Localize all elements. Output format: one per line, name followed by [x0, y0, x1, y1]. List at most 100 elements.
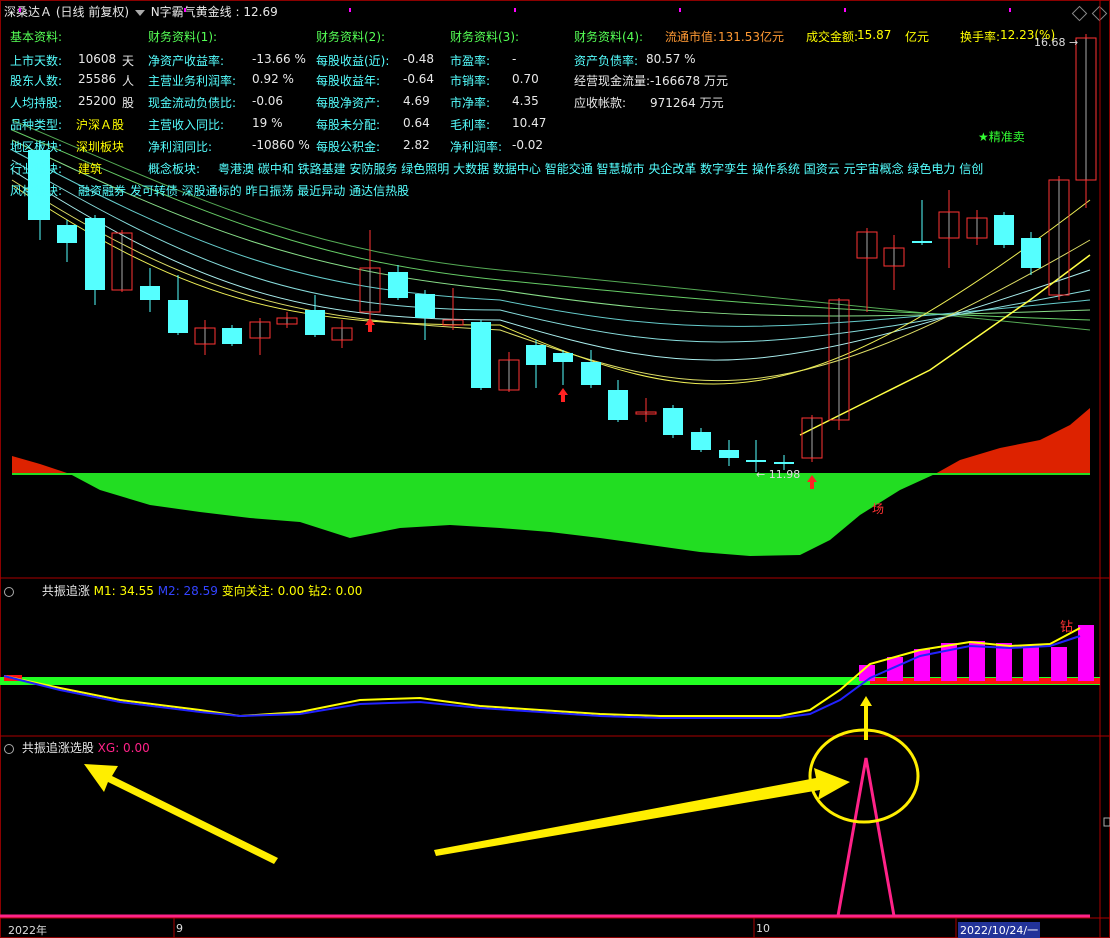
info-label: 每股收益年:: [316, 74, 381, 88]
candle-body-down: [526, 345, 546, 365]
info-label: 现金流动负债比:: [148, 96, 237, 110]
info-label: 经营现金流量:: [574, 74, 651, 88]
pane3-header: 共振追涨选股 XG: 0.00: [4, 739, 150, 756]
info-value: -0.06: [252, 94, 284, 108]
info-value: -0.64: [403, 72, 435, 86]
info-value: 80.57 %: [646, 52, 696, 66]
candle-body-down: [1021, 238, 1041, 268]
candle-body-down: [415, 294, 435, 318]
industry-value: 建筑: [78, 162, 103, 176]
pane3-toggle-icon[interactable]: [4, 743, 14, 754]
axis-label-year: 2022年: [8, 924, 47, 937]
info-label: 每股净资产:: [316, 96, 381, 110]
candle-body-down: [388, 272, 408, 298]
concept-value: 粤港澳 碳中和 铁路基建 安防服务 绿色照明 大数据 数据中心 智能交通 智慧城…: [218, 162, 984, 176]
info-label: 市销率:: [450, 74, 491, 88]
axis-cursor-date: 2022/10/24/一: [958, 922, 1041, 938]
pointer-arrow-icon: [84, 764, 278, 864]
industry-label: 行业板块:: [10, 162, 63, 176]
info-label: 毛利率:: [450, 118, 491, 132]
m2-value: M2: 28.59: [157, 584, 218, 598]
info-label: 净资产收益率:: [148, 54, 225, 68]
highlight-arrow-icon: [860, 696, 872, 740]
info-label: 每股公积金:: [316, 140, 381, 154]
candle-body-down: [608, 390, 628, 420]
pane2-toggle-icon[interactable]: [4, 586, 14, 597]
info-col5-title: 财务资料(4):: [574, 30, 644, 44]
info-label: 主营业务利润率:: [148, 74, 237, 88]
turnover-amount-label: 成交金额:: [806, 30, 859, 44]
info-unit: 人: [122, 74, 135, 88]
info-unit: 股: [122, 96, 135, 110]
info-value: 2.82: [403, 138, 430, 152]
pane2-signal-bar: [1078, 625, 1094, 681]
info-label: 股东人数:: [10, 74, 63, 88]
axis-label-month-10: 10: [756, 922, 770, 935]
market-cap-value: 131.53亿元: [718, 30, 784, 44]
turnover-rate-label: 换手率:: [960, 30, 1001, 44]
candle-body-down: [581, 362, 601, 385]
zone-text: 场: [872, 502, 885, 516]
pane2-signal-bar: [1051, 647, 1067, 681]
concept-label: 概念板块:: [148, 162, 201, 176]
m1-value: M1: 34.55: [93, 584, 154, 598]
pane2-title[interactable]: 共振追涨: [42, 584, 90, 598]
info-label: 每股收益(近):: [316, 54, 390, 68]
info-value: 0.64: [403, 116, 430, 130]
info-label: 主营收入同比:: [148, 118, 225, 132]
info-value: 25586: [78, 72, 117, 86]
turnover-amount-value: 15.87: [857, 28, 892, 42]
info-label: 地区板块:: [10, 140, 63, 154]
info-label: 市盈率:: [450, 54, 491, 68]
info-value: -0.02: [512, 138, 544, 152]
info-col2-title: 财务资料(1):: [148, 30, 218, 44]
candle-body-down: [168, 300, 188, 333]
sell-signal-label: ★精准卖: [978, 130, 1025, 144]
pane2-header: 共振追涨 M1: 34.55 M2: 28.59 变向关注: 0.00 钻2: …: [4, 582, 362, 599]
info-unit: 天: [122, 54, 135, 68]
info-value: 10608: [78, 52, 117, 66]
candle-body-down: [553, 353, 573, 362]
candle-body-down: [719, 450, 739, 458]
golden-line: [799, 254, 1091, 436]
candle-body-down: [912, 241, 932, 243]
info-value: -: [512, 52, 517, 66]
turnover-amount-unit: 亿元: [905, 30, 930, 44]
high-price-label: 16.68 →: [1034, 36, 1079, 49]
style-value: 融资融券 发可转债 深股通标的 昨日振荡 最近异动 通达信热股: [78, 184, 410, 198]
candle-body-down: [140, 286, 160, 300]
info-label: 净利润同比:: [148, 140, 213, 154]
info-label: 市净率:: [450, 96, 491, 110]
candle-body-down: [663, 408, 683, 435]
info-col3-title: 财务资料(2):: [316, 30, 386, 44]
info-label: 资产负债率:: [574, 54, 639, 68]
candle-body-down: [57, 225, 77, 243]
market-cap-label: 流通市值:: [665, 30, 718, 44]
bian-value: 变向关注: 0.00: [221, 584, 305, 598]
info-value: 4.35: [512, 94, 539, 108]
info-col1-title: 基本资料:: [10, 30, 63, 44]
info-value: 0.70: [512, 72, 539, 86]
info-label: 应收帐款:: [574, 96, 627, 110]
moving-average-line: [11, 184, 1091, 385]
info-value: 971264 万元: [650, 96, 724, 110]
red-zone-area: [935, 408, 1090, 474]
candle-body-down: [774, 462, 794, 464]
candle-body-down: [222, 328, 242, 344]
moving-average-line: [11, 179, 1091, 382]
candle-body-down: [994, 215, 1014, 245]
info-value: 沪深Ａ股: [76, 118, 125, 132]
info-label: 品种类型:: [10, 118, 63, 132]
xg-value: XG: 0.00: [97, 741, 150, 755]
zuan-value: 钻2: 0.00: [308, 584, 363, 598]
red-zone-area: [12, 456, 70, 474]
info-label: 人均持股:: [10, 96, 63, 110]
info-value: 深圳板块: [76, 140, 125, 154]
candle-body-down: [746, 460, 766, 462]
info-value: -10860 %: [252, 138, 310, 152]
pointer-arrow-icon: [434, 768, 850, 856]
pane3-title[interactable]: 共振追涨选股: [22, 741, 94, 755]
zuan-marker: 钻: [1060, 620, 1074, 635]
info-value: 19 %: [252, 116, 283, 130]
info-value: 25200: [78, 94, 117, 108]
